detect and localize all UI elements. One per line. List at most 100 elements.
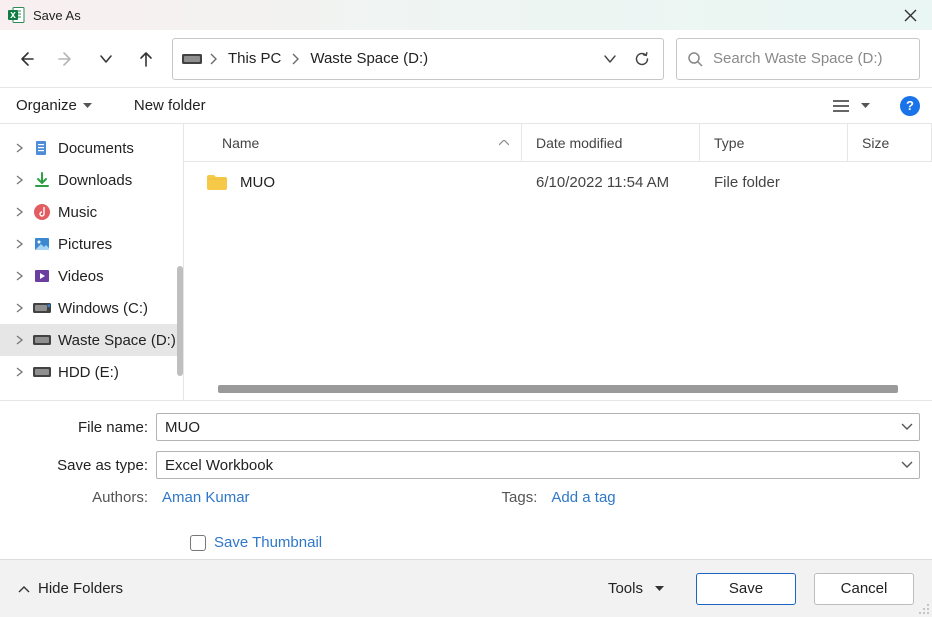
chevron-down-icon: [99, 52, 113, 66]
recent-locations-button[interactable]: [92, 45, 120, 73]
nav-item-drive-e[interactable]: HDD (E:): [0, 356, 183, 388]
tags-value[interactable]: Add a tag: [551, 489, 615, 506]
filename-value: MUO: [165, 419, 200, 436]
tools-menu[interactable]: Tools: [608, 580, 664, 597]
arrow-left-icon: [17, 50, 35, 68]
tools-label: Tools: [608, 580, 643, 597]
back-button[interactable]: [12, 45, 40, 73]
file-list: MUO 6/10/2022 11:54 AM File folder: [184, 162, 932, 382]
nav-item-label: Music: [58, 204, 97, 221]
caret-down-icon: [861, 103, 870, 109]
breadcrumb-this-pc[interactable]: This PC: [224, 48, 285, 69]
save-button[interactable]: Save: [696, 573, 796, 605]
chevron-right-icon: [14, 175, 26, 185]
chevron-right-icon: [14, 143, 26, 153]
nav-item-label: Pictures: [58, 236, 112, 253]
navigation-tree: Documents Downloads Music Pictures Video…: [0, 124, 184, 400]
drive-icon: [32, 362, 52, 382]
column-headers: Name Date modified Type Size: [184, 124, 932, 162]
music-icon: [32, 202, 52, 222]
caret-down-icon: [83, 103, 92, 109]
view-options-button[interactable]: [827, 96, 876, 116]
close-icon: [904, 9, 917, 22]
organize-label: Organize: [16, 97, 77, 114]
hide-folders-button[interactable]: Hide Folders: [18, 580, 123, 597]
authors-value[interactable]: Aman Kumar: [162, 489, 250, 506]
authors-label: Authors:: [12, 489, 148, 506]
command-bar: Organize New folder ?: [0, 88, 932, 124]
address-history-dropdown[interactable]: [597, 46, 623, 72]
search-box[interactable]: [676, 38, 920, 80]
up-button[interactable]: [132, 45, 160, 73]
nav-item-drive-d[interactable]: Waste Space (D:): [0, 324, 183, 356]
savetype-combobox[interactable]: Excel Workbook: [156, 451, 920, 479]
file-row[interactable]: MUO 6/10/2022 11:54 AM File folder: [184, 162, 932, 202]
column-size[interactable]: Size: [848, 124, 932, 161]
save-thumbnail-checkbox[interactable]: [190, 535, 206, 551]
breadcrumb-sep-icon: [291, 53, 300, 65]
navtree-scrollbar[interactable]: [177, 266, 183, 376]
folder-icon: [206, 173, 228, 191]
refresh-button[interactable]: [629, 46, 655, 72]
chevron-down-icon: [603, 52, 617, 66]
breadcrumb-sep-icon: [209, 53, 218, 65]
column-type[interactable]: Type: [700, 124, 848, 161]
column-name-label: Name: [222, 135, 259, 151]
organize-menu[interactable]: Organize: [12, 93, 96, 118]
sort-indicator-icon: [499, 140, 509, 146]
drive-icon: [32, 330, 52, 350]
resize-grip-icon[interactable]: [918, 603, 930, 615]
help-button[interactable]: ?: [900, 96, 920, 116]
breadcrumb-drive[interactable]: Waste Space (D:): [306, 48, 432, 69]
filename-combobox[interactable]: MUO: [156, 413, 920, 441]
arrow-right-icon: [57, 50, 75, 68]
address-bar[interactable]: This PC Waste Space (D:): [172, 38, 664, 80]
new-folder-button[interactable]: New folder: [130, 93, 210, 118]
nav-item-label: Downloads: [58, 172, 132, 189]
help-glyph: ?: [906, 98, 914, 113]
chevron-up-icon: [18, 585, 30, 593]
nav-item-documents[interactable]: Documents: [0, 132, 183, 164]
documents-icon: [32, 138, 52, 158]
tags-label: Tags:: [502, 489, 538, 506]
chevron-right-icon: [14, 303, 26, 313]
nav-item-label: Waste Space (D:): [58, 332, 176, 349]
savetype-label: Save as type:: [12, 457, 148, 474]
column-name[interactable]: Name: [184, 124, 522, 161]
cancel-button[interactable]: Cancel: [814, 573, 914, 605]
save-thumbnail-label[interactable]: Save Thumbnail: [214, 534, 322, 551]
list-view-icon: [833, 100, 849, 112]
main-content-area: Documents Downloads Music Pictures Video…: [0, 124, 932, 400]
drive-icon: [181, 52, 203, 66]
nav-item-downloads[interactable]: Downloads: [0, 164, 183, 196]
file-type: File folder: [714, 174, 780, 191]
excel-icon: [8, 6, 26, 24]
column-size-label: Size: [862, 135, 889, 151]
horizontal-scrollbar[interactable]: [194, 382, 922, 396]
nav-item-label: Videos: [58, 268, 104, 285]
new-folder-label: New folder: [134, 97, 206, 114]
videos-icon: [32, 266, 52, 286]
column-type-label: Type: [714, 135, 744, 151]
nav-item-label: HDD (E:): [58, 364, 119, 381]
nav-item-drive-c[interactable]: Windows (C:): [0, 292, 183, 324]
pictures-icon: [32, 234, 52, 254]
drive-icon: [32, 298, 52, 318]
caret-down-icon: [655, 586, 664, 592]
filename-label: File name:: [12, 419, 148, 436]
search-icon: [687, 51, 703, 67]
hide-folders-label: Hide Folders: [38, 580, 123, 597]
nav-item-pictures[interactable]: Pictures: [0, 228, 183, 260]
nav-item-music[interactable]: Music: [0, 196, 183, 228]
search-input[interactable]: [713, 50, 912, 67]
forward-button[interactable]: [52, 45, 80, 73]
arrow-up-icon: [137, 50, 155, 68]
nav-item-label: Documents: [58, 140, 134, 157]
savetype-value: Excel Workbook: [165, 457, 273, 474]
file-date: 6/10/2022 11:54 AM: [536, 174, 669, 191]
download-icon: [32, 170, 52, 190]
chevron-right-icon: [14, 367, 26, 377]
close-button[interactable]: [896, 1, 924, 29]
nav-item-videos[interactable]: Videos: [0, 260, 183, 292]
column-date[interactable]: Date modified: [522, 124, 700, 161]
